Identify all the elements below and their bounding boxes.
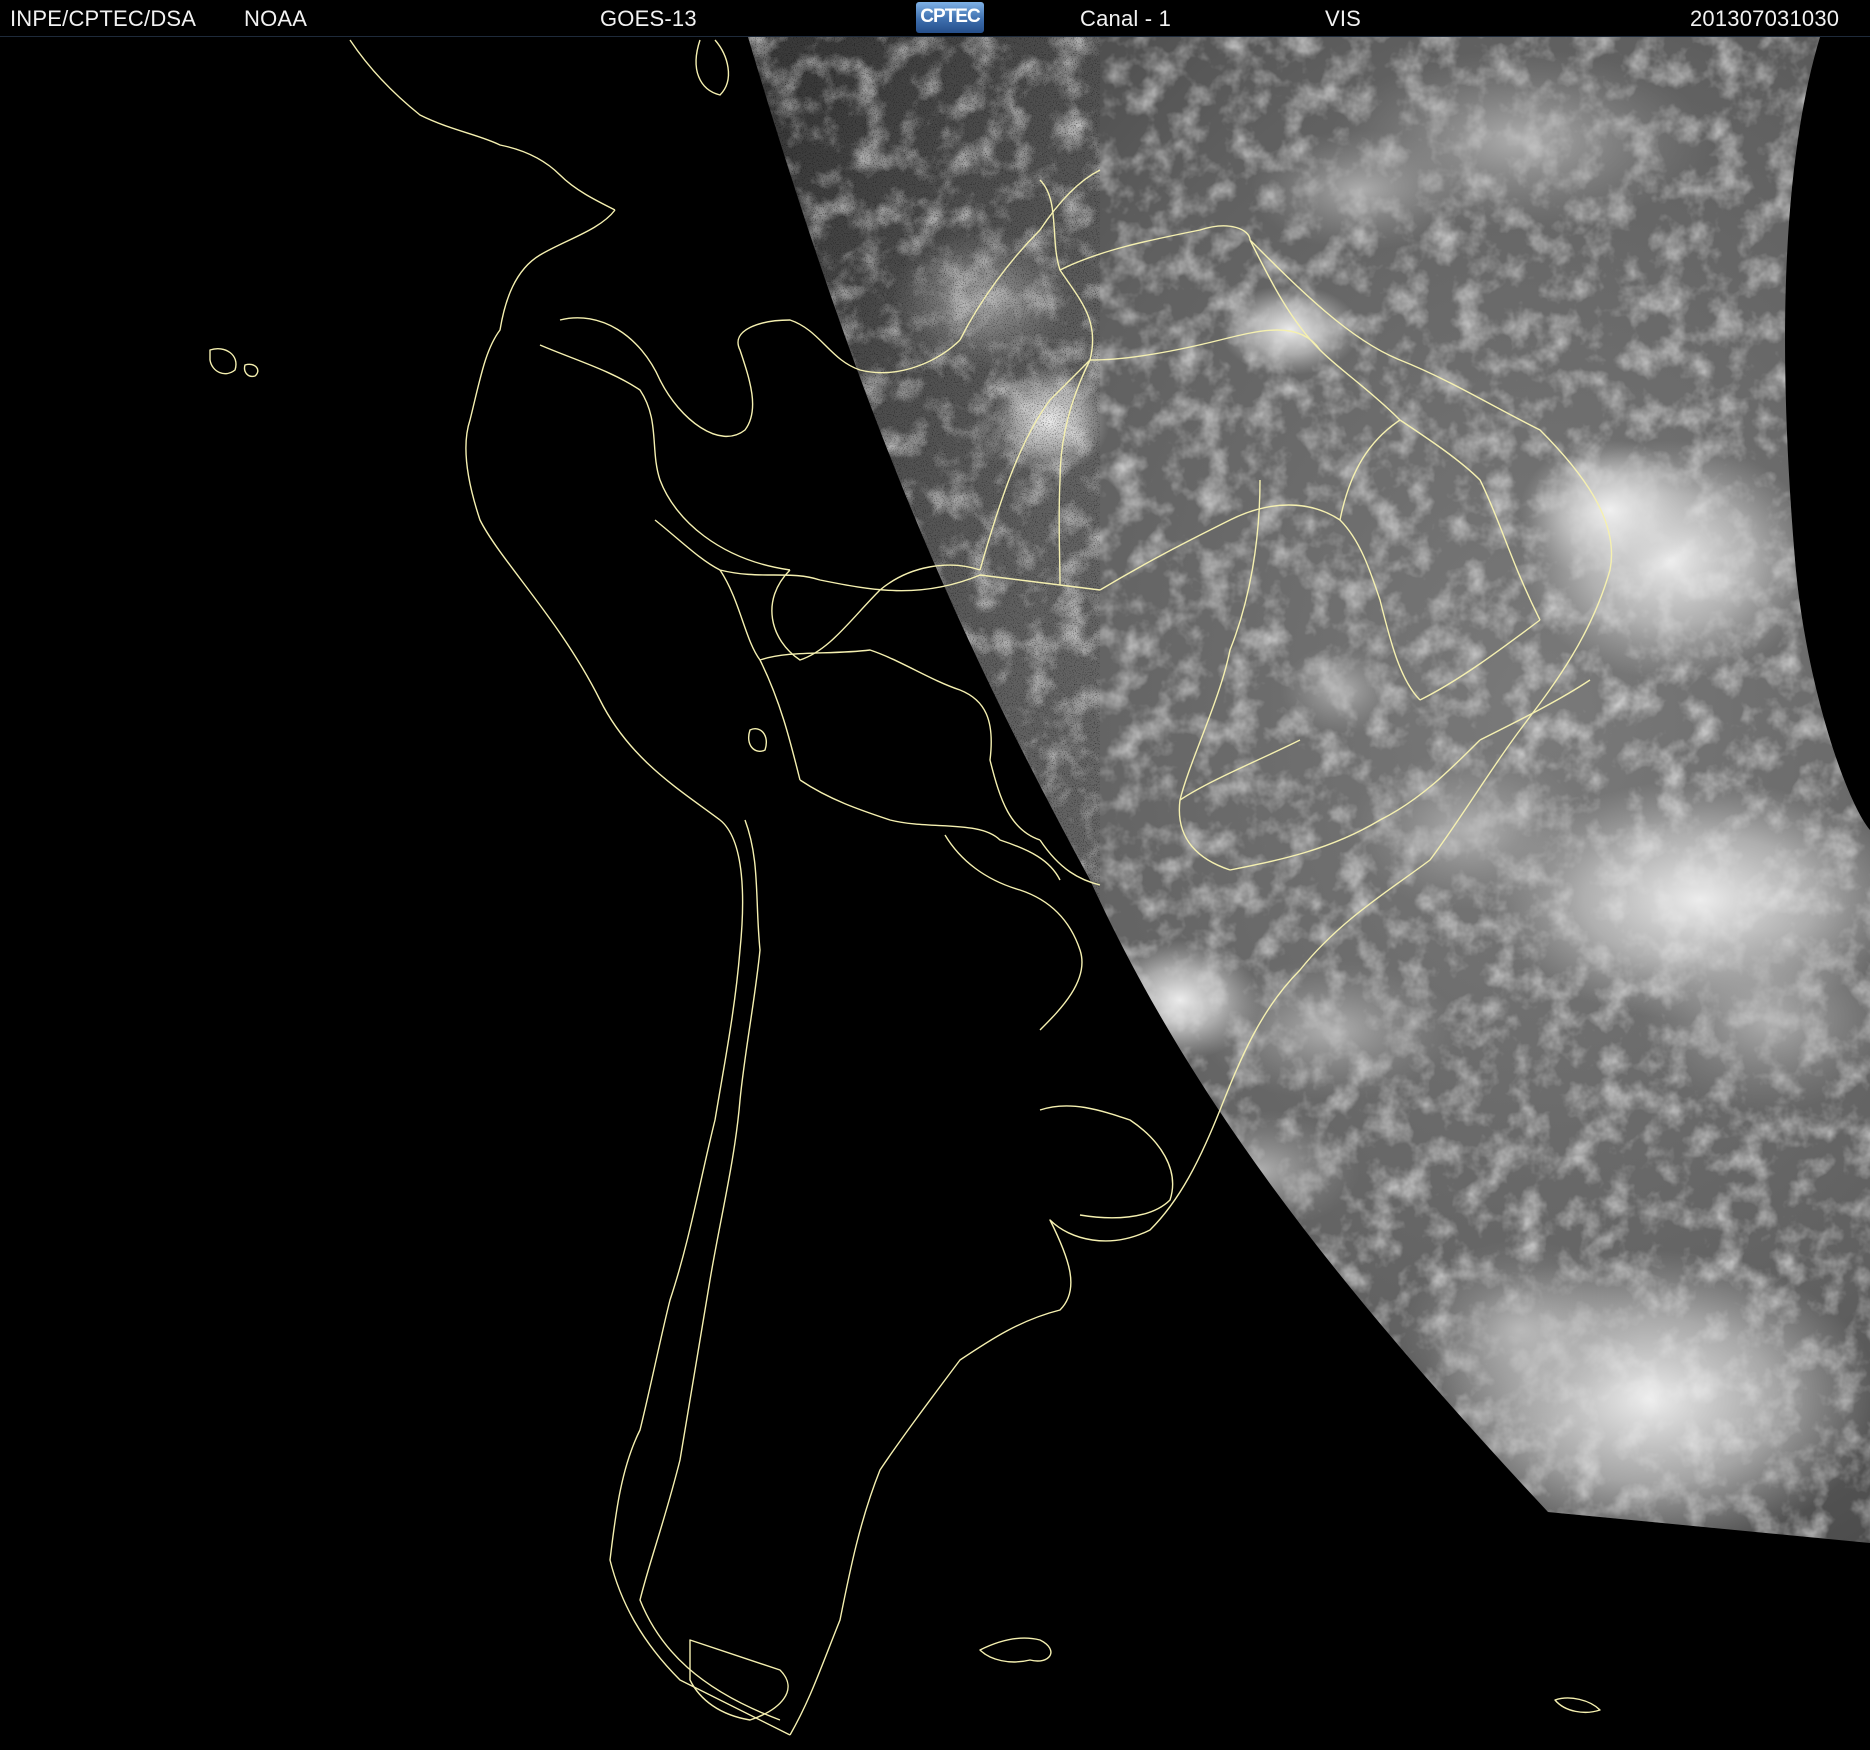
satellite-image bbox=[0, 37, 1870, 1750]
band-label: VIS bbox=[1325, 6, 1362, 31]
timestamp-label: 201307031030 bbox=[1690, 6, 1840, 31]
institution-label: INPE/CPTEC/DSA bbox=[10, 6, 197, 31]
satellite-image-svg bbox=[0, 37, 1870, 1750]
satellite-label: GOES-13 bbox=[600, 6, 697, 31]
logo-text: CPTEC bbox=[920, 6, 980, 27]
agency-label: NOAA bbox=[244, 6, 308, 31]
channel-label: Canal - 1 bbox=[1080, 6, 1172, 31]
cptec-logo: CPTEC bbox=[916, 2, 984, 33]
image-header-bar: INPE/CPTEC/DSA NOAA GOES-13 CPTEC Canal … bbox=[0, 0, 1870, 37]
